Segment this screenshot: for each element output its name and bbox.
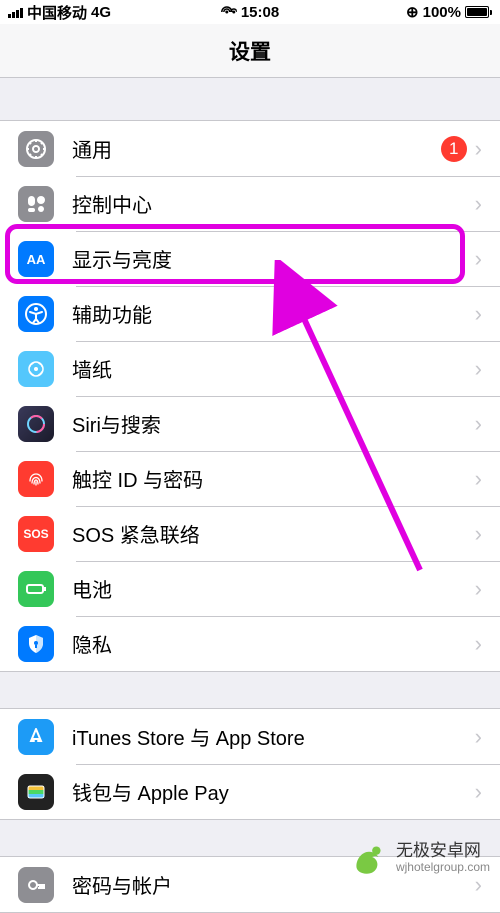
- row-control-center[interactable]: 控制中心 ›: [0, 176, 500, 231]
- row-accessibility[interactable]: 辅助功能 ›: [0, 286, 500, 341]
- status-time: 15:08: [241, 4, 279, 21]
- chevron-right-icon: ›: [475, 631, 482, 657]
- section-spacer: [0, 672, 500, 708]
- row-display-brightness[interactable]: AA 显示与亮度 ›: [0, 231, 500, 286]
- chevron-right-icon: ›: [475, 356, 482, 382]
- notification-badge: 1: [441, 136, 467, 162]
- watermark-logo-icon: [348, 837, 390, 879]
- display-icon: AA: [18, 241, 54, 277]
- hotspot-icon: [221, 6, 237, 18]
- touchid-icon: [18, 461, 54, 497]
- svg-text:AA: AA: [27, 252, 46, 267]
- chevron-right-icon: ›: [475, 779, 482, 805]
- row-label: Siri与搜索: [72, 409, 467, 438]
- rotation-lock-icon: ⊕: [406, 3, 419, 21]
- row-label: 钱包与 Apple Pay: [72, 777, 467, 806]
- chevron-right-icon: ›: [475, 301, 482, 327]
- nav-bar: 设置: [0, 24, 500, 78]
- status-right: ⊕ 100%: [406, 3, 492, 21]
- status-left: 中国移动 4G: [8, 2, 111, 23]
- chevron-right-icon: ›: [475, 246, 482, 272]
- network-type: 4G: [91, 4, 111, 21]
- row-label: 辅助功能: [72, 299, 467, 328]
- control-center-icon: [18, 186, 54, 222]
- row-wallpaper[interactable]: 墙纸 ›: [0, 341, 500, 396]
- signal-icon: [8, 6, 23, 18]
- sos-icon: SOS: [18, 516, 54, 552]
- watermark-sub: wjhotelgroup.com: [396, 861, 490, 874]
- row-label: iTunes Store 与 App Store: [72, 722, 467, 751]
- siri-icon: [18, 406, 54, 442]
- watermark-main: 无极安卓网: [396, 842, 490, 861]
- row-siri-search[interactable]: Siri与搜索 ›: [0, 396, 500, 451]
- chevron-right-icon: ›: [475, 466, 482, 492]
- row-privacy[interactable]: 隐私 ›: [0, 616, 500, 671]
- general-icon: [18, 131, 54, 167]
- battery-settings-icon: [18, 571, 54, 607]
- battery-icon: [465, 6, 492, 18]
- accessibility-icon: [18, 296, 54, 332]
- chevron-right-icon: ›: [475, 521, 482, 547]
- status-bar: 中国移动 4G 15:08 ⊕ 100%: [0, 0, 500, 24]
- row-battery[interactable]: 电池 ›: [0, 561, 500, 616]
- row-label: 隐私: [72, 629, 467, 658]
- privacy-icon: [18, 626, 54, 662]
- section-spacer: [0, 78, 500, 120]
- row-label: 墙纸: [72, 354, 467, 383]
- page-title: 设置: [229, 36, 271, 66]
- appstore-icon: [18, 719, 54, 755]
- row-label: SOS 紧急联络: [72, 519, 467, 548]
- row-general[interactable]: 通用 1 ›: [0, 121, 500, 176]
- watermark: 无极安卓网 wjhotelgroup.com: [348, 837, 490, 879]
- row-label: 通用: [72, 134, 441, 163]
- wallpaper-icon: [18, 351, 54, 387]
- row-wallet-applepay[interactable]: 钱包与 Apple Pay ›: [0, 764, 500, 819]
- chevron-right-icon: ›: [475, 576, 482, 602]
- row-sos[interactable]: SOS SOS 紧急联络 ›: [0, 506, 500, 561]
- wallet-icon: [18, 774, 54, 810]
- row-label: 电池: [72, 574, 467, 603]
- row-touchid-passcode[interactable]: 触控 ID 与密码 ›: [0, 451, 500, 506]
- settings-section-0: 通用 1 › 控制中心 › AA 显示与亮度 › 辅助功能 › 墙纸 › Sir…: [0, 120, 500, 672]
- watermark-text: 无极安卓网 wjhotelgroup.com: [396, 842, 490, 874]
- passwords-icon: [18, 867, 54, 903]
- chevron-right-icon: ›: [475, 136, 482, 162]
- row-label: 触控 ID 与密码: [72, 464, 467, 493]
- status-center: 15:08: [221, 4, 279, 21]
- row-label: 控制中心: [72, 189, 467, 218]
- battery-percent: 100%: [423, 4, 461, 21]
- chevron-right-icon: ›: [475, 724, 482, 750]
- carrier-label: 中国移动: [27, 2, 87, 23]
- settings-section-1: iTunes Store 与 App Store › 钱包与 Apple Pay…: [0, 708, 500, 820]
- chevron-right-icon: ›: [475, 411, 482, 437]
- chevron-right-icon: ›: [475, 191, 482, 217]
- row-label: 显示与亮度: [72, 244, 467, 273]
- row-itunes-appstore[interactable]: iTunes Store 与 App Store ›: [0, 709, 500, 764]
